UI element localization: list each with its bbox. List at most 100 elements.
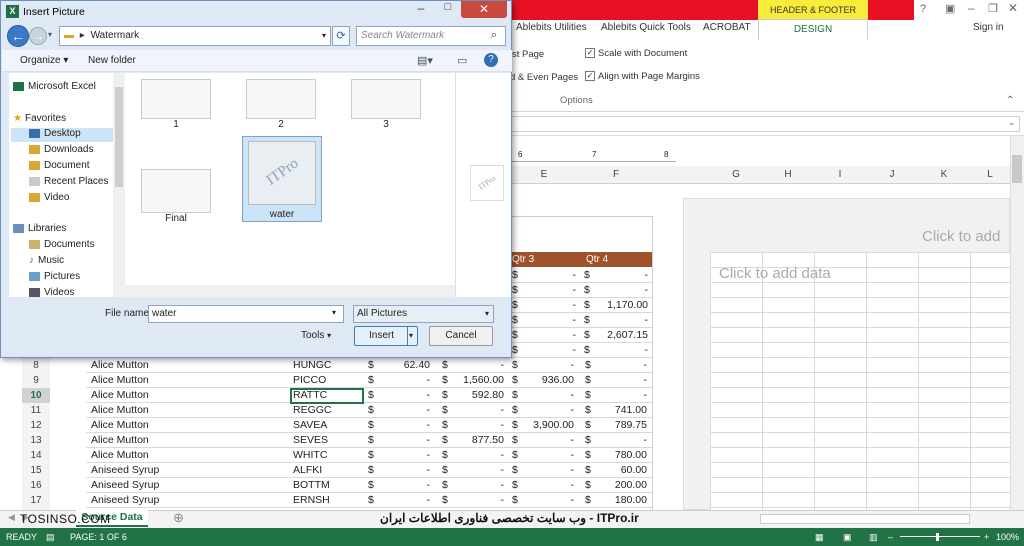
nav-recent-places[interactable]: Recent Places [29, 176, 108, 187]
amount-cell[interactable]: 3,900.00 [524, 418, 574, 433]
formula-input[interactable] [510, 116, 1020, 132]
nav-documents[interactable]: Documents [29, 239, 95, 250]
column-header-j[interactable]: J [866, 166, 918, 184]
search-icon[interactable]: ⌕ [491, 29, 497, 42]
table-row[interactable]: Alice Mutton PICCO $ - $1,560.00 $936.00 $ - [86, 373, 652, 388]
address-folder[interactable]: Watermark [91, 30, 140, 41]
customer-cell[interactable]: SAVEA [293, 418, 327, 433]
file-item[interactable]: Final [141, 169, 221, 224]
amount-cell[interactable]: - [597, 388, 648, 403]
tools-button[interactable]: Tools ▾ [301, 328, 345, 344]
page-break-view-icon[interactable]: ▥ [869, 528, 878, 546]
amount-cell[interactable]: 180.00 [597, 493, 647, 508]
amount-cell[interactable]: 877.50 [454, 433, 504, 448]
table-row[interactable]: $ - $1,170.00 [508, 298, 652, 313]
preview-pane-icon[interactable]: ▭ [457, 54, 467, 67]
nav-downloads[interactable]: Downloads [29, 144, 93, 155]
zoom-level[interactable]: 100% [996, 528, 1019, 546]
product-cell[interactable]: Aniseed Syrup [91, 478, 159, 493]
amount-cell[interactable]: - [380, 388, 431, 403]
amount-cell[interactable]: - [454, 478, 505, 493]
amount-cell[interactable]: - [380, 493, 431, 508]
data-placeholder[interactable]: Click to add data [719, 265, 831, 282]
table-row[interactable]: Alice Mutton REGGC $ - $ - $ - $741.00 [86, 403, 652, 418]
amount-cell[interactable]: - [598, 268, 649, 283]
customer-cell[interactable]: SEVES [293, 433, 328, 448]
column-header-e[interactable]: E [510, 166, 578, 184]
help-icon[interactable]: ? [920, 3, 926, 15]
product-cell[interactable]: Alice Mutton [91, 388, 149, 403]
file-type-select[interactable]: All Pictures ▾ [353, 305, 494, 323]
align-margins-option[interactable]: ✓ Align with Page Margins [585, 71, 700, 82]
file-item[interactable]: 3 [351, 79, 431, 130]
sheet-nav-left-icon[interactable]: ◀ [8, 512, 15, 523]
vertical-scrollbar[interactable] [1010, 136, 1024, 510]
amount-cell[interactable]: - [524, 433, 575, 448]
product-cell[interactable]: Aniseed Syrup [91, 463, 159, 478]
nav-pictures[interactable]: Pictures [29, 271, 80, 282]
row-number[interactable]: 17 [22, 493, 50, 508]
amount-cell[interactable]: - [526, 268, 577, 283]
page-layout-view-icon[interactable]: ▣ [843, 528, 852, 546]
amount-cell[interactable]: - [524, 388, 575, 403]
row-number[interactable]: 15 [22, 463, 50, 478]
nav-videos[interactable]: Videos [29, 287, 74, 298]
amount-cell[interactable]: - [526, 283, 577, 298]
back-arrow-icon[interactable]: ← [7, 25, 29, 47]
address-dropdown-icon[interactable]: ▾ [322, 27, 326, 45]
scale-with-document-option[interactable]: ✓ Scale with Document [585, 48, 687, 59]
column-header-k[interactable]: K [918, 166, 970, 184]
nav-libraries[interactable]: Libraries [13, 223, 66, 234]
amount-cell[interactable]: - [526, 343, 577, 358]
cancel-button[interactable]: Cancel [429, 326, 493, 346]
amount-cell[interactable]: - [454, 463, 505, 478]
amount-cell[interactable]: - [380, 478, 431, 493]
amount-cell[interactable]: - [380, 403, 431, 418]
zoom-in-icon[interactable]: + [984, 528, 989, 546]
insert-button[interactable]: Insert ▾ [354, 326, 418, 346]
sign-in-link[interactable]: Sign in [973, 22, 1004, 33]
table-row[interactable]: $ - $ - [508, 343, 652, 358]
customer-cell[interactable]: REGGC [293, 403, 332, 418]
table-row[interactable]: Alice Mutton RATTC $ - $592.80 $ - $ - [86, 388, 652, 403]
amount-cell[interactable]: - [454, 358, 505, 373]
customer-cell[interactable]: ALFKI [293, 463, 322, 478]
checkbox-checked-icon[interactable]: ✓ [585, 71, 595, 82]
table-row[interactable]: Aniseed Syrup BOTTM $ - $ - $ - $200.00 [86, 478, 652, 493]
nav-music[interactable]: ♪ Music [29, 255, 64, 266]
customer-cell[interactable]: ERNSH [293, 493, 330, 508]
amount-cell[interactable]: - [454, 448, 505, 463]
amount-cell[interactable]: - [524, 493, 575, 508]
amount-cell[interactable]: - [526, 313, 577, 328]
tab-ablebits-quick-tools[interactable]: Ablebits Quick Tools [601, 22, 691, 33]
amount-cell[interactable]: - [380, 448, 431, 463]
product-cell[interactable]: Alice Mutton [91, 373, 149, 388]
row-number[interactable]: 16 [22, 478, 50, 493]
dialog-close-button[interactable]: ✕ [461, 1, 507, 18]
nav-favorites[interactable]: ★ Favorites [13, 113, 66, 124]
organize-button[interactable]: Organize ▾ [20, 55, 68, 66]
table-row[interactable]: Aniseed Syrup ALFKI $ - $ - $ - $60.00 [86, 463, 652, 478]
zoom-slider[interactable] [900, 536, 980, 537]
new-folder-button[interactable]: New folder [88, 55, 136, 66]
amount-cell[interactable]: - [454, 493, 505, 508]
insert-options-icon[interactable]: ▾ [409, 327, 413, 345]
checkbox-checked-icon[interactable]: ✓ [585, 48, 595, 59]
refresh-icon[interactable]: ⟳ [332, 26, 350, 46]
nav-desktop[interactable]: Desktop [11, 128, 115, 142]
product-cell[interactable]: Alice Mutton [91, 358, 149, 373]
amount-cell[interactable]: - [380, 418, 431, 433]
odd-even-option[interactable]: d & Even Pages [510, 72, 578, 83]
tab-acrobat[interactable]: ACROBAT [703, 22, 751, 33]
product-cell[interactable]: Alice Mutton [91, 448, 149, 463]
first-page-option[interactable]: st Page [512, 49, 544, 60]
amount-cell[interactable]: 592.80 [454, 388, 504, 403]
table-row[interactable]: Alice Mutton WHITC $ - $ - $ - $780.00 [86, 448, 652, 463]
tab-ablebits-utilities[interactable]: Ablebits Utilities [516, 22, 587, 33]
row-number[interactable]: 14 [22, 448, 50, 463]
amount-cell[interactable]: - [598, 283, 649, 298]
customer-cell[interactable]: HUNGC [293, 358, 332, 373]
amount-cell[interactable]: 1,560.00 [454, 373, 504, 388]
normal-view-icon[interactable]: ▦ [815, 528, 824, 546]
column-header-g[interactable]: G [710, 166, 762, 184]
